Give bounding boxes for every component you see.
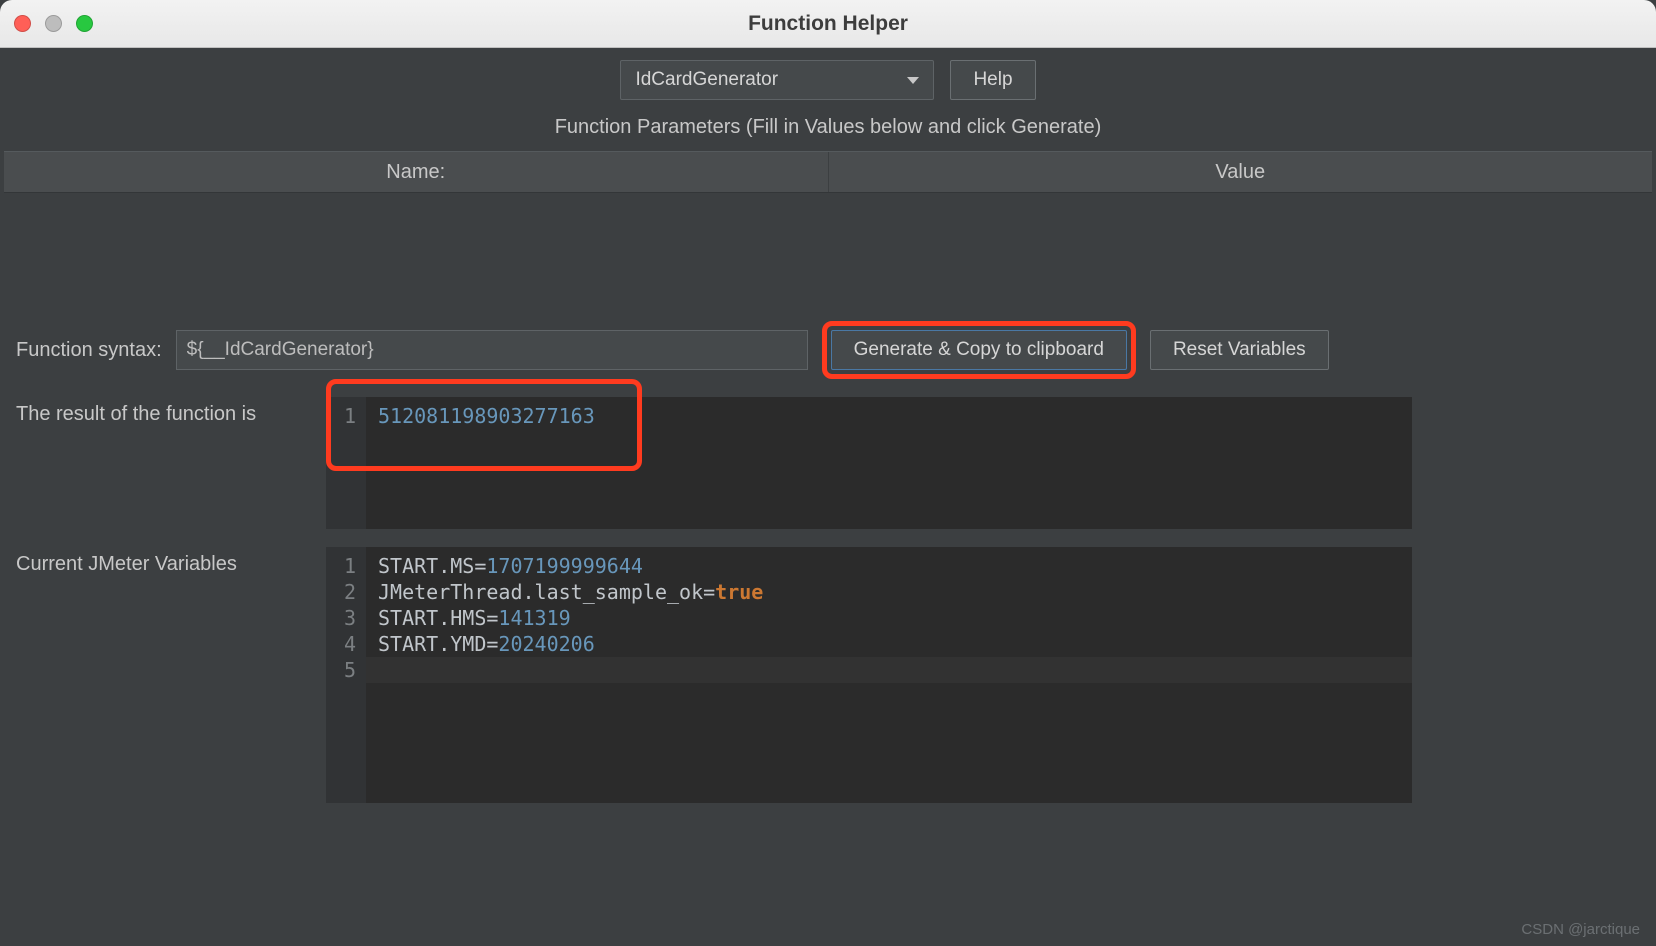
parameters-table-header: Name: Value (4, 151, 1652, 193)
help-button[interactable]: Help (950, 60, 1035, 100)
parameters-table-body[interactable] (4, 193, 1652, 263)
column-header-value: Value (829, 152, 1653, 192)
result-label: The result of the function is (16, 397, 294, 426)
list-item: START.MS=1707199999644 (378, 553, 1400, 579)
function-syntax-input[interactable] (176, 330, 808, 370)
list-item (366, 657, 1412, 683)
result-gutter: 1 (326, 397, 366, 529)
generate-button[interactable]: Generate & Copy to clipboard (831, 330, 1127, 370)
variables-label: Current JMeter Variables (16, 547, 294, 576)
window-title: Function Helper (0, 12, 1656, 36)
list-item: START.HMS=141319 (378, 605, 1400, 631)
function-selector-value: IdCardGenerator (635, 69, 778, 91)
parameters-heading: Function Parameters (Fill in Values belo… (0, 116, 1656, 151)
result-output[interactable]: 1 512081198903277163 (326, 397, 1412, 529)
result-value: 512081198903277163 (378, 404, 595, 428)
variables-gutter: 1 2 3 4 5 (326, 547, 366, 803)
reset-variables-button[interactable]: Reset Variables (1150, 330, 1329, 370)
chevron-down-icon (907, 77, 919, 84)
variables-output[interactable]: 1 2 3 4 5 START.MS=1707199999644 JMeterT… (326, 547, 1412, 803)
watermark: CSDN @jarctique (1521, 921, 1640, 938)
list-item: START.YMD=20240206 (378, 631, 1400, 657)
column-header-name: Name: (4, 152, 829, 192)
list-item: JMeterThread.last_sample_ok=true (378, 579, 1400, 605)
title-bar: Function Helper (0, 0, 1656, 48)
function-selector[interactable]: IdCardGenerator (620, 60, 934, 100)
function-syntax-label: Function syntax: (16, 339, 162, 362)
